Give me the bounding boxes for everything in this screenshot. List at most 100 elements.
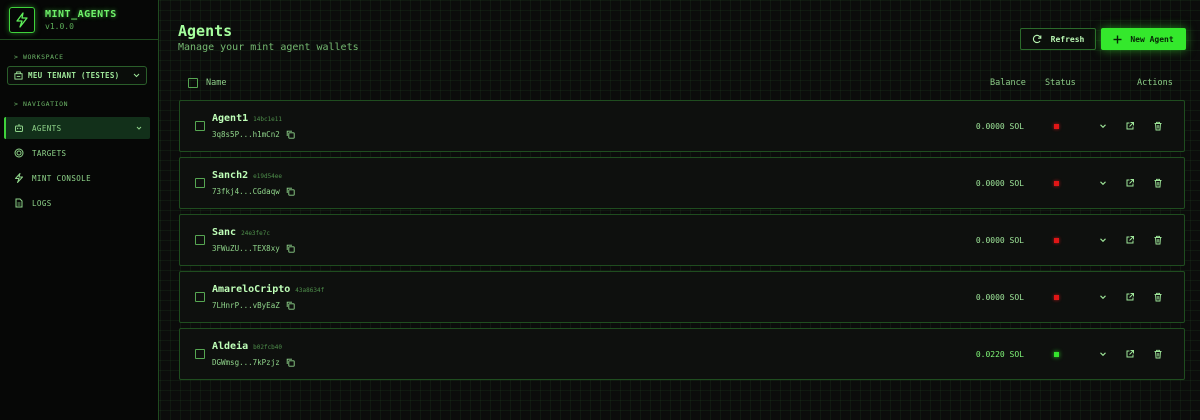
agent-address-cell: DGWmsg...7kPzjz <box>212 358 295 367</box>
agent-name-cell: Aldeia b02fcb40 <box>212 341 282 352</box>
main-content: Agents Manage your mint agent wallets Re… <box>160 0 1200 420</box>
status-indicator <box>1054 124 1059 129</box>
page-title: Agents <box>178 22 233 40</box>
agent-row[interactable]: Sanch2 e19d54ee 73fkj4...CGdaqw 0.0000 SO… <box>179 157 1185 209</box>
bot-icon <box>14 123 24 133</box>
trash-icon[interactable] <box>1153 235 1163 245</box>
trash-icon[interactable] <box>1153 121 1163 131</box>
chevron-down-icon[interactable] <box>1098 349 1108 359</box>
agent-id: b02fcb40 <box>253 344 283 351</box>
external-link-icon[interactable] <box>1125 235 1135 245</box>
page-subtitle: Manage your mint agent wallets <box>178 42 359 53</box>
document-icon <box>14 198 24 208</box>
external-link-icon[interactable] <box>1125 178 1135 188</box>
external-link-icon[interactable] <box>1125 349 1135 359</box>
agent-name: Aldeia <box>212 341 249 352</box>
status-indicator <box>1054 238 1059 243</box>
navigation-section-label: > NAVIGATION <box>14 100 69 108</box>
agent-row[interactable]: Sanc 24e3fe7c 3FWuZU...TEX8xy 0.0000 SOL <box>179 214 1185 266</box>
column-header-status: Status <box>1045 78 1076 88</box>
copy-icon[interactable] <box>286 358 295 367</box>
agent-id: e19d54ee <box>253 173 283 180</box>
copy-icon[interactable] <box>286 187 295 196</box>
external-link-icon[interactable] <box>1125 121 1135 131</box>
row-checkbox[interactable] <box>195 292 205 302</box>
agent-address: 7LHnrP...vByEaZ <box>212 301 280 310</box>
sidebar-item-logs[interactable]: LOGS <box>4 192 150 214</box>
agent-balance: 0.0000 SOL <box>975 293 1024 302</box>
refresh-icon <box>1032 34 1042 44</box>
column-header-name: Name <box>206 78 227 88</box>
sidebar-item-mint-console[interactable]: MINT CONSOLE <box>4 167 150 189</box>
trash-icon[interactable] <box>1153 292 1163 302</box>
bolt-icon <box>14 173 24 183</box>
column-header-actions: Actions <box>1137 78 1173 88</box>
target-icon <box>14 148 24 158</box>
chevron-right-icon <box>136 125 142 131</box>
brand: MINT_AGENTS v1.0.0 <box>0 0 158 40</box>
new-agent-button[interactable]: New Agent <box>1101 28 1186 50</box>
plus-icon <box>1113 35 1122 44</box>
status-indicator <box>1054 295 1059 300</box>
tenant-select[interactable]: MEU TENANT (TESTES) <box>7 66 147 85</box>
bolt-logo-icon <box>9 6 35 33</box>
chevron-down-icon[interactable] <box>1098 178 1108 188</box>
new-agent-button-label: New Agent <box>1130 34 1174 44</box>
agent-row[interactable]: Agent1 14bc1e11 3q8s5P...h1mCn2 0.0000 SO… <box>179 100 1185 152</box>
agent-name: Sanch2 <box>212 170 249 181</box>
agent-address: DGWmsg...7kPzjz <box>212 358 280 367</box>
app-version: v1.0.0 <box>45 21 74 31</box>
agent-address-cell: 3FWuZU...TEX8xy <box>212 244 295 253</box>
row-checkbox[interactable] <box>195 235 205 245</box>
agent-address: 3FWuZU...TEX8xy <box>212 244 280 253</box>
agent-name-cell: AmareloCripto 43a8634f <box>212 284 324 295</box>
sidebar-item-label: MINT CONSOLE <box>32 173 91 183</box>
chevron-down-icon[interactable] <box>1098 292 1108 302</box>
agent-address: 3q8s5P...h1mCn2 <box>212 130 280 139</box>
building-icon <box>14 71 23 80</box>
refresh-button[interactable]: Refresh <box>1020 28 1096 50</box>
copy-icon[interactable] <box>286 244 295 253</box>
agent-row[interactable]: AmareloCripto 43a8634f 7LHnrP...vByEaZ 0.… <box>179 271 1185 323</box>
agent-name: Agent1 <box>212 113 249 124</box>
row-checkbox[interactable] <box>195 178 205 188</box>
chevron-down-icon[interactable] <box>1098 235 1108 245</box>
sidebar-item-targets[interactable]: TARGETS <box>4 142 150 164</box>
column-header-balance: Balance <box>990 78 1026 88</box>
agent-name: AmareloCripto <box>212 284 291 295</box>
chevron-down-icon[interactable] <box>1098 121 1108 131</box>
row-checkbox[interactable] <box>195 121 205 131</box>
status-indicator <box>1054 181 1059 186</box>
agent-id: 43a8634f <box>295 287 325 294</box>
agent-name-cell: Sanch2 e19d54ee <box>212 170 282 181</box>
external-link-icon[interactable] <box>1125 292 1135 302</box>
agent-balance: 0.0220 SOL <box>975 350 1024 359</box>
app-title: MINT_AGENTS <box>45 8 117 20</box>
row-checkbox[interactable] <box>195 349 205 359</box>
status-indicator <box>1054 352 1059 357</box>
agent-id: 14bc1e11 <box>253 116 283 123</box>
tenant-select-value: MEU TENANT (TESTES) <box>28 71 120 80</box>
trash-icon[interactable] <box>1153 349 1163 359</box>
agent-address: 73fkj4...CGdaqw <box>212 187 280 196</box>
refresh-button-label: Refresh <box>1050 34 1085 44</box>
agent-balance: 0.0000 SOL <box>975 122 1024 131</box>
trash-icon[interactable] <box>1153 178 1163 188</box>
copy-icon[interactable] <box>286 130 295 139</box>
copy-icon[interactable] <box>286 301 295 310</box>
agent-name-cell: Agent1 14bc1e11 <box>212 113 282 124</box>
agent-name-cell: Sanc 24e3fe7c <box>212 227 270 238</box>
agent-address-cell: 3q8s5P...h1mCn2 <box>212 130 295 139</box>
agent-row[interactable]: Aldeia b02fcb40 DGWmsg...7kPzjz 0.0220 SO… <box>179 328 1185 380</box>
sidebar-item-label: AGENTS <box>32 123 62 133</box>
sidebar-item-agents[interactable]: AGENTS <box>4 117 150 139</box>
table-header: Name Balance Status Actions <box>160 76 1200 90</box>
agent-address-cell: 73fkj4...CGdaqw <box>212 187 295 196</box>
sidebar: MINT_AGENTS v1.0.0 > WORKSPACE MEU TENAN… <box>0 0 159 420</box>
sidebar-item-label: TARGETS <box>32 148 67 158</box>
agent-balance: 0.0000 SOL <box>975 179 1024 188</box>
select-all-checkbox[interactable] <box>188 78 198 88</box>
agent-name: Sanc <box>212 227 237 238</box>
workspace-section-label: > WORKSPACE <box>14 53 64 61</box>
sidebar-item-label: LOGS <box>32 198 52 208</box>
